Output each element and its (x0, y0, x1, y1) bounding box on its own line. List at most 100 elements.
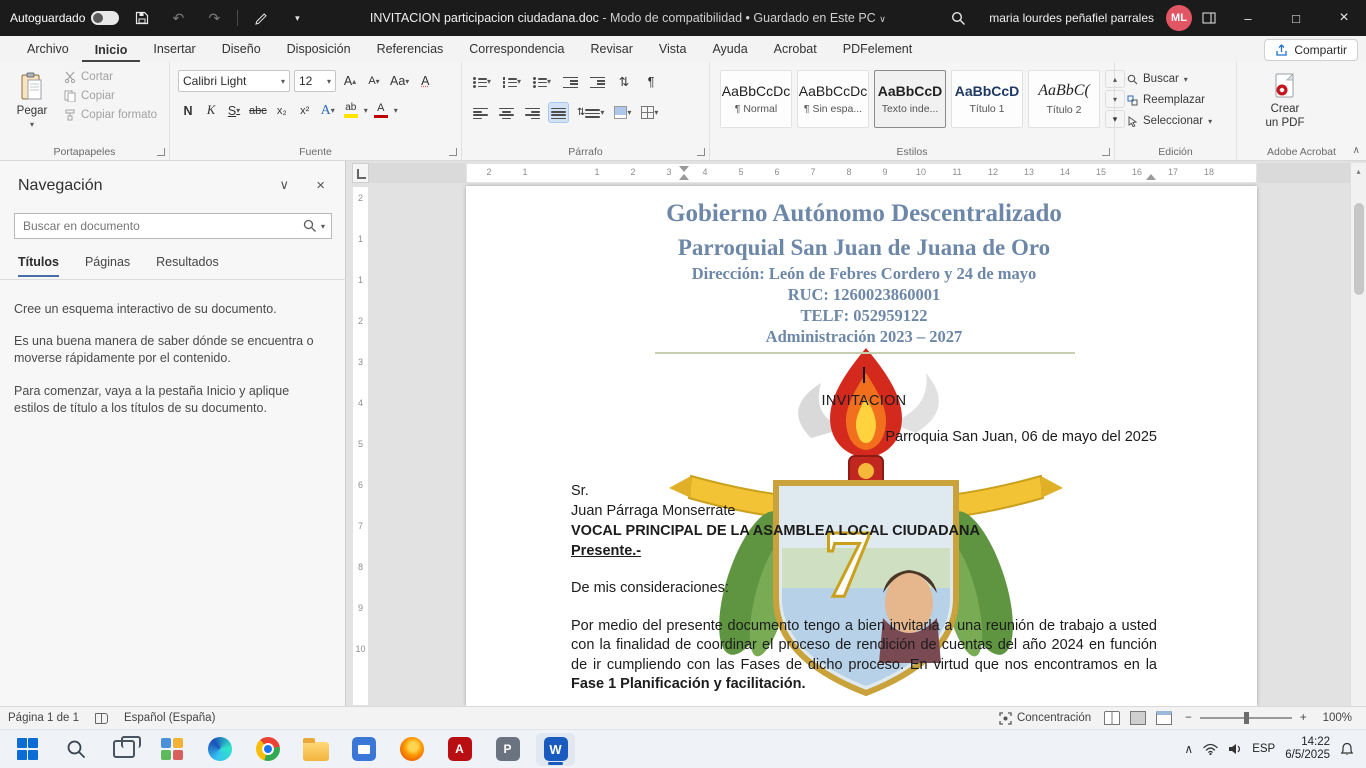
select-button[interactable]: Seleccionar ▾ (1123, 113, 1216, 129)
document-page[interactable]: 7 Gobierno Autónomo Descentralizado Parr… (466, 186, 1257, 706)
page-count-indicator[interactable]: Página 1 de 1 (0, 707, 87, 729)
grow-font-button[interactable]: A▴ (340, 71, 360, 92)
clipboard-dialog-launcher[interactable] (157, 148, 165, 156)
vertical-scrollbar[interactable]: ▴ (1350, 163, 1366, 706)
proofing-button[interactable] (87, 707, 116, 729)
vertical-ruler[interactable]: 2112345678910 (352, 186, 369, 706)
hanging-indent-marker[interactable] (679, 174, 689, 180)
redo-button[interactable]: ↷ (201, 5, 227, 31)
shading-button[interactable]: ▾ (612, 102, 633, 123)
zoom-in-button[interactable]: + (1300, 707, 1315, 729)
share-button[interactable]: Compartir (1264, 39, 1358, 61)
font-color-dropdown-icon[interactable]: ▾ (394, 106, 398, 115)
autosave-toggle[interactable]: Autoguardado (10, 11, 119, 25)
right-indent-marker[interactable] (1146, 174, 1156, 180)
underline-button[interactable]: S▾ (224, 100, 244, 121)
bold-button[interactable]: N (178, 100, 198, 121)
tab-ayuda[interactable]: Ayuda (699, 38, 760, 62)
print-layout-button[interactable] (1130, 711, 1146, 725)
style-titulo-1[interactable]: AaBbCcD Título 1 (951, 70, 1023, 128)
numbering-button[interactable]: ▾ (500, 71, 523, 92)
first-line-indent-marker[interactable] (679, 166, 689, 172)
text-effects-button[interactable]: A▾ (318, 100, 338, 121)
zoom-out-button[interactable]: − (1177, 707, 1192, 729)
line-spacing-button[interactable]: ⇅▾ (575, 102, 606, 123)
tab-acrobat[interactable]: Acrobat (761, 38, 830, 62)
read-mode-button[interactable] (1104, 711, 1120, 725)
tab-archivo[interactable]: Archivo (14, 38, 82, 62)
subscript-button[interactable]: x₂ (272, 100, 292, 121)
style-titulo-2[interactable]: AaBbC( Título 2 (1028, 70, 1100, 128)
borders-button[interactable]: ▾ (639, 102, 660, 123)
paragraph-dialog-launcher[interactable] (697, 148, 705, 156)
scroll-up-button[interactable]: ▴ (1351, 163, 1366, 180)
font-size-select[interactable]: 12 ▾ (294, 70, 336, 92)
tab-correspondencia[interactable]: Correspondencia (456, 38, 577, 62)
copy-button[interactable]: Copiar (60, 88, 161, 104)
multilevel-list-button[interactable]: ▾ (530, 71, 553, 92)
shrink-font-button[interactable]: A▾ (364, 71, 384, 92)
minimize-button[interactable]: – (1226, 0, 1270, 36)
clear-formatting-button[interactable]: A (415, 71, 435, 92)
doc-invitation-title[interactable]: INVITACION (571, 393, 1157, 409)
pdfelement-icon[interactable]: P (488, 733, 527, 766)
tab-disposicion[interactable]: Disposición (274, 38, 364, 62)
show-formatting-marks-button[interactable]: ¶ (641, 71, 661, 92)
document-title[interactable]: INVITACION participacion ciudadana.doc -… (310, 11, 945, 25)
start-button[interactable] (8, 733, 47, 766)
tab-inicio[interactable]: Inicio (82, 39, 141, 63)
font-dialog-launcher[interactable] (449, 148, 457, 156)
navigation-pane-close-button[interactable]: × (316, 177, 325, 194)
style-normal[interactable]: AaBbCcDc ¶ Normal (720, 70, 792, 128)
doc-greeting[interactable]: De mis consideraciones: (571, 580, 1157, 596)
quick-access-menu-button[interactable]: ▾ (284, 5, 310, 31)
doc-recipient-role[interactable]: VOCAL PRINCIPAL DE LA ASAMBLEA LOCAL CIU… (571, 521, 1157, 541)
strikethrough-button[interactable]: abc (247, 100, 269, 121)
edge-icon[interactable] (200, 733, 239, 766)
justify-button[interactable] (548, 102, 569, 123)
superscript-button[interactable]: x² (295, 100, 315, 121)
word-icon[interactable]: W (536, 733, 575, 766)
font-color-button[interactable]: A (371, 100, 391, 121)
find-button[interactable]: Buscar ▾ (1123, 71, 1216, 87)
tab-pdfelement[interactable]: PDFelement (830, 38, 925, 62)
ribbon-display-options-button[interactable] (1196, 5, 1222, 31)
style-no-spacing[interactable]: AaBbCcDc ¶ Sin espa... (797, 70, 869, 128)
bullets-button[interactable]: ▾ (470, 71, 493, 92)
maximize-button[interactable]: □ (1274, 0, 1318, 36)
zoom-slider-thumb[interactable] (1244, 712, 1249, 724)
tab-selector-box[interactable] (352, 163, 369, 183)
collapse-ribbon-button[interactable]: ∧ (1353, 145, 1360, 156)
search-button[interactable] (945, 5, 971, 31)
replace-button[interactable]: Reemplazar (1123, 92, 1216, 108)
change-case-button[interactable]: Aa▾ (388, 71, 411, 92)
highlight-color-button[interactable]: ab (341, 100, 361, 121)
task-view-button[interactable] (104, 733, 143, 766)
search-icon[interactable] (303, 219, 317, 233)
format-painter-button[interactable]: Copiar formato (60, 107, 161, 123)
tab-diseno[interactable]: Diseño (209, 38, 274, 62)
navigation-pane-menu-button[interactable]: ∨ (279, 177, 289, 193)
horizontal-ruler[interactable]: 21123456789101112131415161718 (352, 163, 1350, 183)
cut-button[interactable]: Cortar (60, 69, 161, 85)
highlight-dropdown-icon[interactable]: ▾ (364, 106, 368, 115)
wifi-icon[interactable] (1203, 743, 1218, 755)
close-button[interactable]: × (1322, 0, 1366, 36)
nav-tab-titulos[interactable]: Títulos (18, 255, 59, 277)
notifications-bell[interactable] (1340, 742, 1354, 756)
align-right-button[interactable] (522, 102, 542, 123)
style-texto-independiente[interactable]: AaBbCcD Texto inde... (874, 70, 946, 128)
volume-icon[interactable] (1228, 743, 1242, 755)
file-explorer-icon[interactable] (296, 733, 335, 766)
firefox-icon[interactable] (392, 733, 431, 766)
user-avatar[interactable]: ML (1166, 5, 1192, 31)
doc-body-paragraph[interactable]: Por medio del presente documento tengo a… (571, 617, 1157, 695)
taskbar-clock[interactable]: 14:22 6/5/2025 (1285, 736, 1330, 762)
chrome-icon[interactable] (248, 733, 287, 766)
autosave-toggle-switch[interactable] (91, 11, 119, 25)
doc-salutation[interactable]: Sr. (571, 481, 1157, 501)
focus-mode-button[interactable]: Concentración (991, 707, 1099, 729)
italic-button[interactable]: K (201, 100, 221, 121)
paste-button[interactable]: Pegar ▾ (8, 66, 56, 129)
navigation-search-input[interactable] (15, 219, 303, 233)
